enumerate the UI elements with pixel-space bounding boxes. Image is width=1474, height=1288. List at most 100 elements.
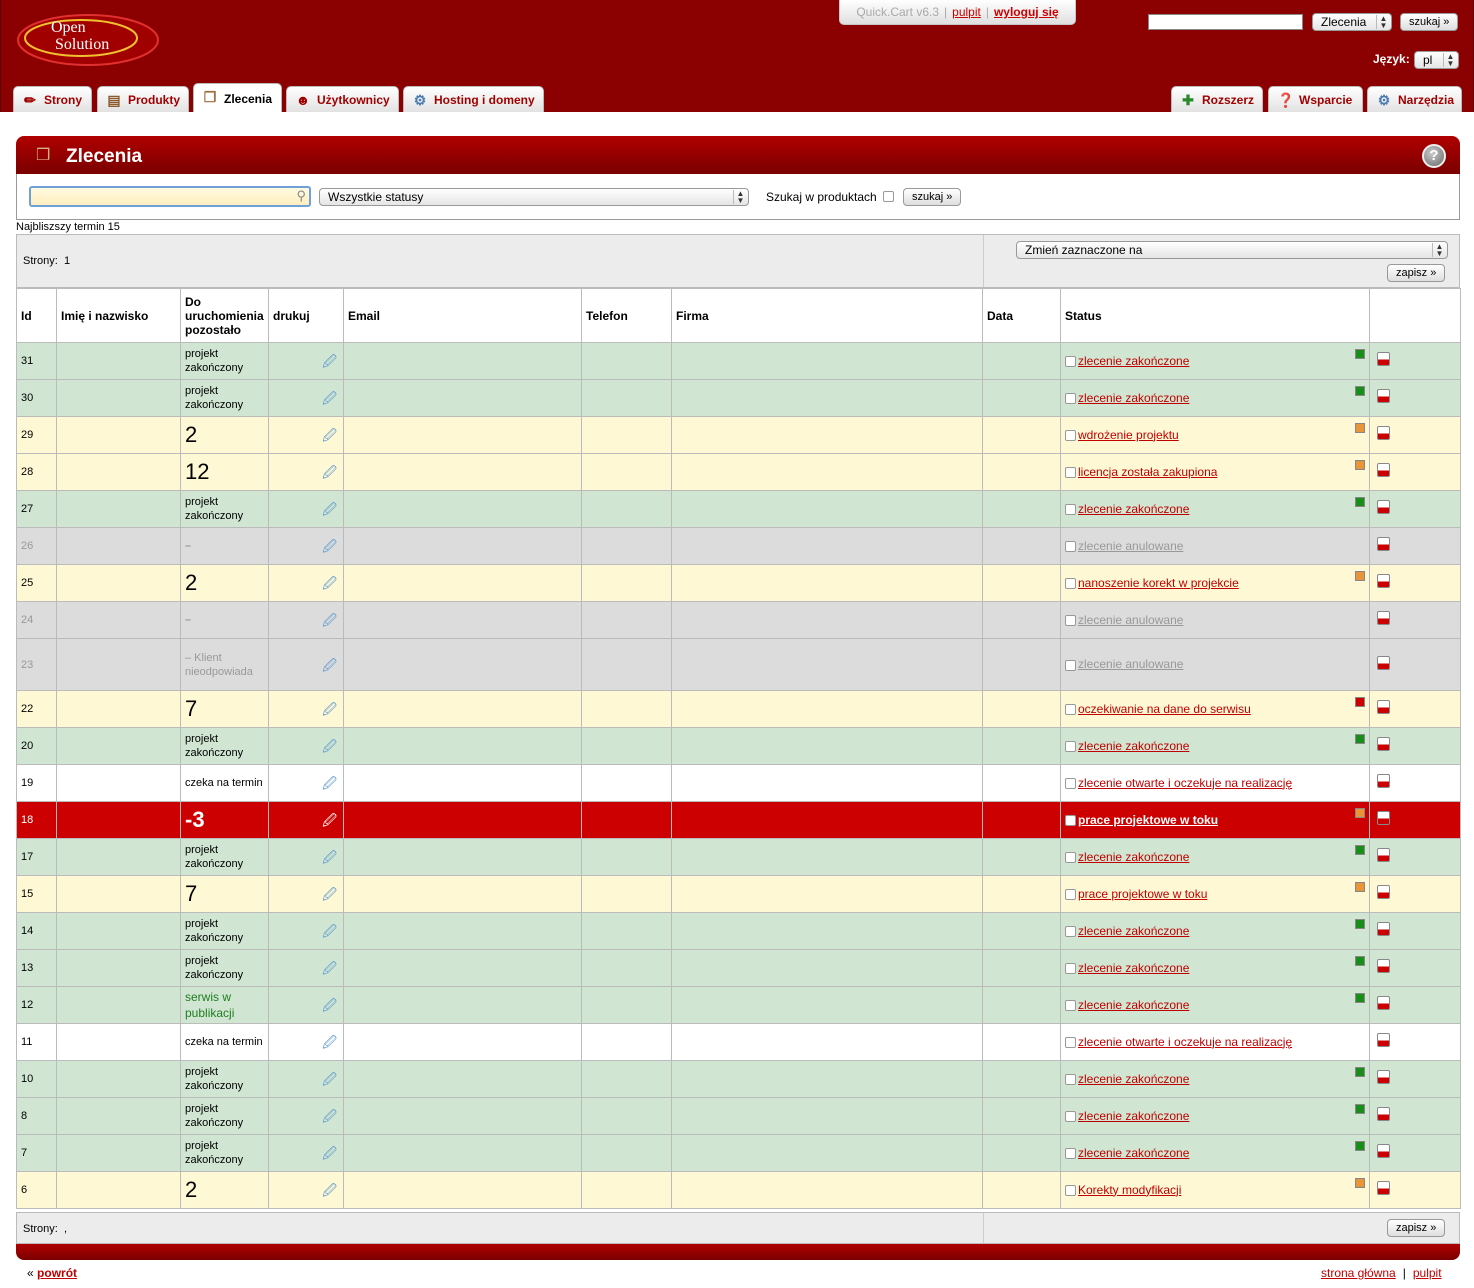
print-clip-icon[interactable]: 🖉 [273, 813, 339, 827]
table-row[interactable]: 25 2 🖉 nanoszenie korekt w projekcie [16, 564, 1461, 602]
row-select-checkbox[interactable] [1065, 778, 1076, 790]
pages-value[interactable]: 1 [64, 255, 70, 267]
print-clip-icon[interactable]: 🖉 [273, 1109, 339, 1123]
order-id[interactable]: 20 [16, 727, 57, 765]
status-link[interactable]: zlecenie anulowane [1078, 539, 1183, 553]
table-row[interactable]: 14 projekt zakończony 🖉 zlecenie zakończone [16, 912, 1461, 950]
row-select-checkbox[interactable] [1065, 430, 1076, 442]
table-row[interactable]: 31 projekt zakończony 🖉 zlecenie zakończone [16, 342, 1461, 380]
status-link[interactable]: zlecenie otwarte i oczekuje na realizacj… [1078, 1035, 1292, 1049]
document-icon[interactable] [1377, 463, 1390, 477]
order-id[interactable]: 15 [16, 875, 57, 913]
order-id[interactable]: 23 [16, 638, 57, 691]
table-row[interactable]: 24 – 🖉 zlecenie anulowane [16, 601, 1461, 639]
print-clip-icon[interactable]: 🖉 [273, 391, 339, 405]
status-link[interactable]: zlecenie zakończone [1078, 502, 1189, 516]
order-id[interactable]: 10 [16, 1060, 57, 1098]
row-select-checkbox[interactable] [1065, 659, 1076, 671]
table-row[interactable]: 29 2 🖉 wdrożenie projektu [16, 416, 1461, 454]
status-link[interactable]: zlecenie zakończone [1078, 961, 1189, 975]
col-name[interactable]: Imię i nazwisko [56, 288, 181, 343]
row-select-checkbox[interactable] [1065, 356, 1076, 368]
row-select-checkbox[interactable] [1065, 1074, 1076, 1086]
document-icon[interactable] [1377, 352, 1390, 366]
col-phone[interactable]: Telefon [581, 288, 672, 343]
pulpit-footer-link[interactable]: pulpit [1413, 1266, 1442, 1280]
table-row[interactable]: 7 projekt zakończony 🖉 zlecenie zakończone [16, 1134, 1461, 1172]
status-link[interactable]: licencja została zakupiona [1078, 465, 1217, 479]
order-id[interactable]: 7 [16, 1134, 57, 1172]
print-clip-icon[interactable]: 🖉 [273, 998, 339, 1012]
back-link[interactable]: powrót [37, 1266, 77, 1280]
table-row[interactable]: 20 projekt zakończony 🖉 zlecenie zakończone [16, 727, 1461, 765]
row-select-checkbox[interactable] [1065, 504, 1076, 516]
tab-rozszerz[interactable]: ✚ Rozszerz [1171, 86, 1263, 112]
status-link[interactable]: zlecenie zakończone [1078, 850, 1189, 864]
status-link[interactable]: wdrożenie projektu [1078, 428, 1179, 442]
status-link[interactable]: zlecenie zakończone [1078, 739, 1189, 753]
table-row[interactable]: 13 projekt zakończony 🖉 zlecenie zakończone [16, 949, 1461, 987]
status-link[interactable]: prace projektowe w toku [1078, 813, 1218, 827]
print-clip-icon[interactable]: 🖉 [273, 1035, 339, 1049]
row-select-checkbox[interactable] [1065, 1185, 1076, 1197]
document-icon[interactable] [1377, 1033, 1390, 1047]
order-id[interactable]: 22 [16, 690, 57, 728]
order-id[interactable]: 29 [16, 416, 57, 454]
print-clip-icon[interactable]: 🖉 [273, 887, 339, 901]
filter-search-button[interactable]: szukaj » [903, 188, 962, 206]
status-link[interactable]: zlecenie zakończone [1078, 1072, 1189, 1086]
print-clip-icon[interactable]: 🖉 [273, 739, 339, 753]
document-icon[interactable] [1377, 574, 1390, 588]
document-icon[interactable] [1377, 655, 1390, 670]
table-row[interactable]: 15 7 🖉 prace projektowe w toku [16, 875, 1461, 913]
row-select-checkbox[interactable] [1065, 815, 1076, 827]
order-id[interactable]: 27 [16, 490, 57, 528]
document-icon[interactable] [1377, 959, 1390, 973]
document-icon[interactable] [1377, 811, 1390, 825]
print-clip-icon[interactable]: 🖉 [273, 961, 339, 975]
document-icon[interactable] [1377, 700, 1390, 714]
row-select-checkbox[interactable] [1065, 1000, 1076, 1012]
row-select-checkbox[interactable] [1065, 963, 1076, 975]
row-select-checkbox[interactable] [1065, 1148, 1076, 1160]
row-select-checkbox[interactable] [1065, 741, 1076, 753]
logout-link[interactable]: wyloguj się [994, 5, 1059, 19]
order-id[interactable]: 17 [16, 838, 57, 876]
print-clip-icon[interactable]: 🖉 [273, 1146, 339, 1160]
search-scope-select[interactable]: Zlecenia ▲ ▼ [1312, 13, 1392, 31]
change-selected-select[interactable]: Zmień zaznaczone na ▲ ▼ [1016, 241, 1448, 259]
table-row[interactable]: 18 -3 🖉 prace projektowe w toku [16, 801, 1461, 839]
document-icon[interactable] [1377, 996, 1390, 1010]
status-link[interactable]: prace projektowe w toku [1078, 887, 1207, 901]
document-icon[interactable] [1377, 1181, 1390, 1195]
col-status[interactable]: Status [1060, 288, 1370, 343]
row-select-checkbox[interactable] [1065, 615, 1076, 627]
order-search-input[interactable]: ⚲ [29, 186, 311, 207]
table-row[interactable]: 22 7 🖉 oczekiwanie na dane do serwisu [16, 690, 1461, 728]
tab-zlecenia[interactable]: ❒ Zlecenia [193, 83, 282, 112]
print-clip-icon[interactable]: 🖉 [273, 576, 339, 590]
tab-strony[interactable]: ✏ Strony [13, 86, 92, 112]
status-link[interactable]: nanoszenie korekt w projekcie [1078, 576, 1239, 590]
order-id[interactable]: 19 [16, 764, 57, 802]
status-link[interactable]: zlecenie anulowane [1078, 613, 1183, 627]
print-clip-icon[interactable]: 🖉 [273, 613, 339, 627]
table-row[interactable]: 6 2 🖉 Korekty modyfikacji [16, 1171, 1461, 1209]
document-icon[interactable] [1377, 774, 1390, 788]
document-icon[interactable] [1377, 1107, 1390, 1121]
status-link[interactable]: Korekty modyfikacji [1078, 1183, 1181, 1197]
row-select-checkbox[interactable] [1065, 541, 1076, 553]
order-id[interactable]: 12 [16, 986, 57, 1024]
row-select-checkbox[interactable] [1065, 578, 1076, 590]
document-icon[interactable] [1377, 848, 1390, 862]
row-select-checkbox[interactable] [1065, 393, 1076, 405]
document-icon[interactable] [1377, 426, 1390, 440]
language-select[interactable]: pl ▲ ▼ [1414, 51, 1459, 69]
help-button[interactable]: ? [1422, 144, 1446, 168]
row-select-checkbox[interactable] [1065, 926, 1076, 938]
row-select-checkbox[interactable] [1065, 704, 1076, 716]
row-select-checkbox[interactable] [1065, 852, 1076, 864]
row-select-checkbox[interactable] [1065, 1111, 1076, 1123]
print-clip-icon[interactable]: 🖉 [273, 428, 339, 442]
table-row[interactable]: 28 12 🖉 licencja została zakupiona [16, 453, 1461, 491]
